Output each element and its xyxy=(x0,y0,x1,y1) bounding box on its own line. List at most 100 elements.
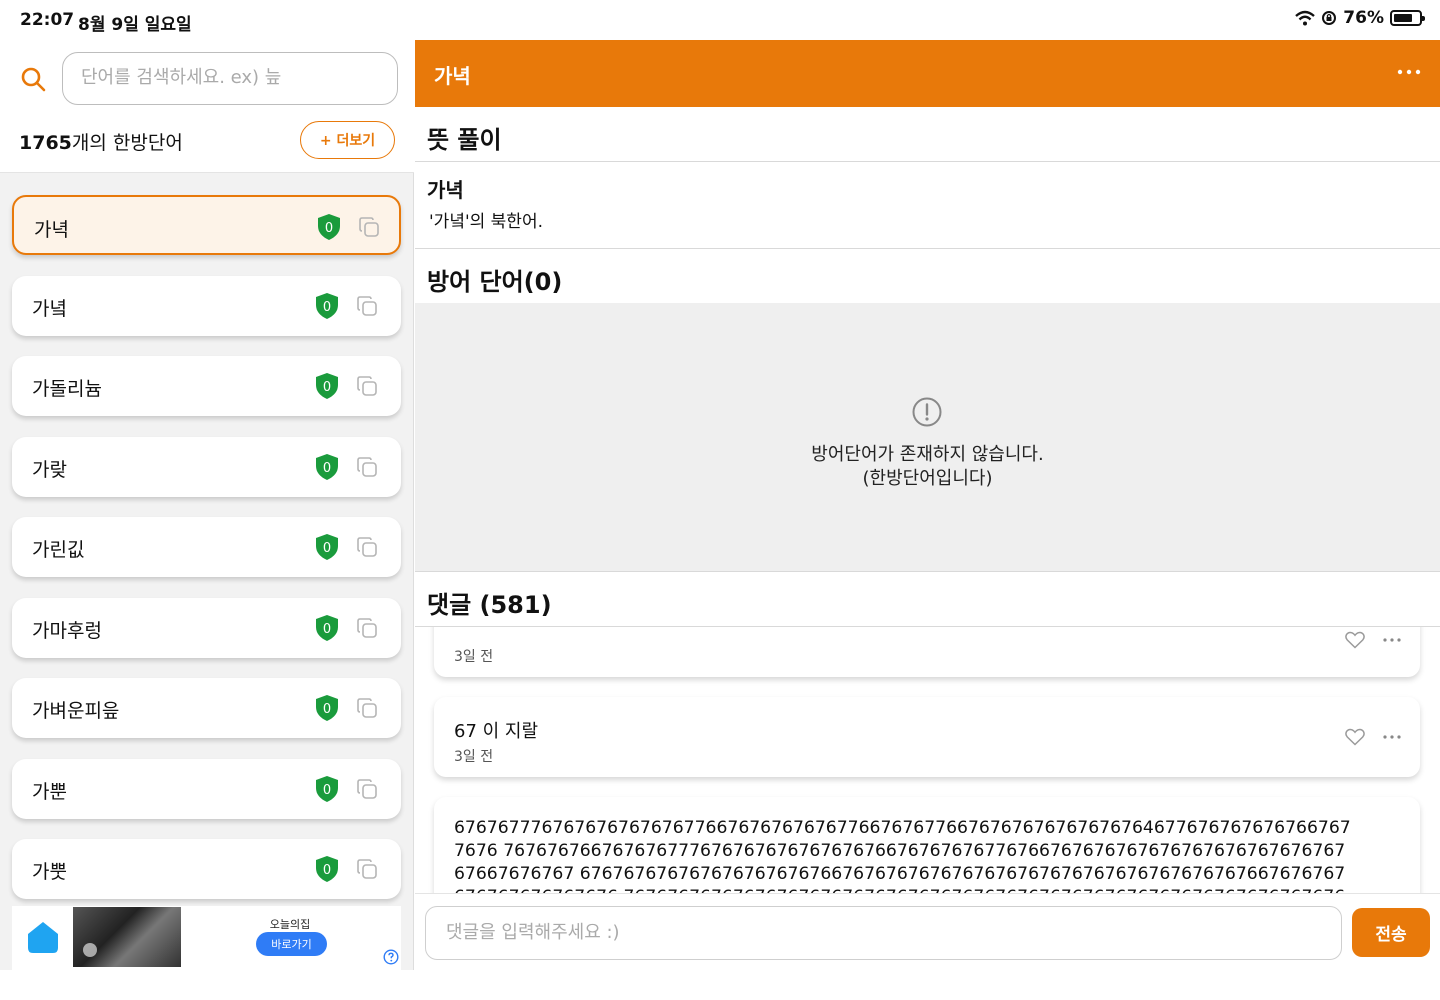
word-list-item[interactable]: 가뿐 0 xyxy=(12,758,401,819)
comment-input-bar: 댓글을 입력해주세요 :) 전송 xyxy=(415,893,1440,970)
word-label: 가녁 xyxy=(34,219,69,241)
shield-value: 0 xyxy=(323,863,331,878)
search-header: 단어를 검색하세요. ex) 늪 1765개의 한방단어 + 더보기 xyxy=(0,40,414,173)
help-icon[interactable] xyxy=(383,949,399,965)
copy-icon[interactable] xyxy=(356,697,378,719)
copy-icon[interactable] xyxy=(356,536,378,558)
word-list-item[interactable]: 가랒 0 xyxy=(12,436,401,497)
ad-brand: 오늘의집 xyxy=(269,918,311,931)
word-list-item[interactable]: 가녘 0 xyxy=(12,275,401,336)
copy-icon[interactable] xyxy=(358,216,380,238)
battery-fill xyxy=(1394,14,1413,22)
comment-more-icon[interactable] xyxy=(1382,637,1402,643)
shield-value: 0 xyxy=(323,541,331,556)
divider xyxy=(415,571,1440,572)
empty-message: 방어단어가 존재하지 않습니다. (한방단어입니다) xyxy=(415,443,1440,491)
comments-list[interactable]: 3일 전 67 이 지랄 3일 전 6767677767676767676767… xyxy=(415,627,1440,894)
word-list-panel: 단어를 검색하세요. ex) 늪 1765개의 한방단어 + 더보기 가녁 0 가녘… xyxy=(0,40,414,970)
more-options-icon[interactable] xyxy=(1396,60,1422,84)
battery-icon xyxy=(1390,10,1425,26)
word-label: 가벼운피읖 xyxy=(32,700,120,722)
copy-icon[interactable] xyxy=(356,295,378,317)
shield-icon: 0 xyxy=(316,453,338,480)
detail-header: 가녁 xyxy=(415,40,1440,107)
shield-icon: 0 xyxy=(316,775,338,802)
word-label: 가뿟 xyxy=(32,861,67,883)
search-input[interactable]: 단어를 검색하세요. ex) 늪 xyxy=(62,52,398,105)
divider xyxy=(415,161,1440,162)
comment-card: 6767677767676767676767766767676767677667… xyxy=(434,797,1420,894)
word-label: 가돌리늄 xyxy=(32,378,102,400)
empty-message-line2: (한방단어입니다) xyxy=(862,468,993,489)
status-bar: 22:07 8월 9일 일요일 76% xyxy=(0,0,1440,40)
defense-section-title: 방어 단어(0) xyxy=(427,268,563,296)
shield-icon: 0 xyxy=(316,373,338,399)
shield-value: 0 xyxy=(325,221,333,236)
status-date: 8월 9일 일요일 xyxy=(78,15,192,35)
word-list-item[interactable]: 가마후렁 0 xyxy=(12,597,401,658)
comment-card: 3일 전 xyxy=(434,627,1420,677)
word-list-item[interactable]: 가돌리늄 0 xyxy=(12,356,401,416)
battery-percent: 76% xyxy=(1343,8,1384,28)
detail-title: 가녁 xyxy=(434,64,471,88)
shield-icon: 0 xyxy=(316,856,338,882)
word-label: 가마후렁 xyxy=(32,619,102,642)
meaning-text: '가녘'의 북한어. xyxy=(429,212,543,232)
shield-icon: 0 xyxy=(316,292,338,319)
shield-value: 0 xyxy=(323,300,331,315)
shield-value: 0 xyxy=(323,783,331,798)
rotation-lock-icon xyxy=(1322,11,1337,25)
comment-input[interactable]: 댓글을 입력해주세요 :) xyxy=(425,906,1342,960)
word-list-item[interactable]: 가녁 0 xyxy=(12,195,401,255)
defense-empty-state: 방어단어가 존재하지 않습니다. (한방단어입니다) xyxy=(415,303,1440,571)
empty-message-line1: 방어단어가 존재하지 않습니다. xyxy=(811,444,1044,465)
comment-text: 6767677767676767676767766767676767677667… xyxy=(454,818,1351,894)
meaning-word: 가녁 xyxy=(427,178,464,202)
shield-value: 0 xyxy=(323,702,331,717)
wifi-icon xyxy=(1295,10,1316,26)
shield-value: 0 xyxy=(323,622,331,637)
word-label: 가랒 xyxy=(32,458,67,481)
copy-icon[interactable] xyxy=(356,617,378,639)
shield-value: 0 xyxy=(323,461,331,476)
ad-logo-icon xyxy=(28,922,58,953)
copy-icon[interactable] xyxy=(356,375,378,397)
comments-section-title: 댓글 (581) xyxy=(427,591,552,619)
meaning-section-title: 뜻 풀이 xyxy=(427,126,502,154)
copy-icon[interactable] xyxy=(356,778,378,800)
comment-card: 67 이 지랄 3일 전 xyxy=(434,697,1420,777)
word-count-suffix: 개의 한방단어 xyxy=(71,132,183,154)
send-button[interactable]: 전송 xyxy=(1352,908,1430,957)
heart-icon[interactable] xyxy=(1345,728,1365,746)
comment-more-icon[interactable] xyxy=(1382,734,1402,740)
heart-icon[interactable] xyxy=(1345,631,1365,649)
shield-icon: 0 xyxy=(316,614,338,641)
more-button[interactable]: + 더보기 xyxy=(300,121,395,159)
shield-icon: 0 xyxy=(316,695,338,721)
ad-banner[interactable]: 오늘의집 바로가기 xyxy=(12,906,401,970)
word-label: 가뿐 xyxy=(32,780,67,803)
word-list-item[interactable]: 가벼운피읖 0 xyxy=(12,678,401,738)
word-count: 1765개의 한방단어 xyxy=(19,128,183,155)
ad-cta-button[interactable]: 바로가기 xyxy=(256,932,327,956)
comment-time: 3일 전 xyxy=(454,749,494,765)
word-list-item[interactable]: 가뿟 0 xyxy=(12,839,401,899)
mute-icon[interactable] xyxy=(83,943,97,957)
comment-time: 3일 전 xyxy=(454,649,494,665)
word-count-number: 1765 xyxy=(19,132,72,154)
status-right: 76% xyxy=(1295,8,1425,28)
alert-icon xyxy=(912,397,942,427)
shield-icon: 0 xyxy=(316,534,338,560)
copy-icon[interactable] xyxy=(356,456,378,478)
copy-icon[interactable] xyxy=(356,858,378,880)
status-time: 22:07 xyxy=(20,10,75,30)
ad-video-thumbnail[interactable] xyxy=(73,907,181,967)
word-label: 가린깂 xyxy=(32,539,85,561)
shield-icon: 0 xyxy=(318,214,340,240)
comment-text: 67 이 지랄 xyxy=(454,721,539,742)
word-label: 가녘 xyxy=(32,297,67,320)
search-icon[interactable] xyxy=(20,66,46,92)
divider xyxy=(415,248,1440,249)
word-list-item[interactable]: 가린깂 0 xyxy=(12,517,401,577)
detail-panel: 가녁 뜻 풀이 가녁 '가녘'의 북한어. 방어 단어(0) 방어단어가 존재하… xyxy=(415,40,1440,970)
